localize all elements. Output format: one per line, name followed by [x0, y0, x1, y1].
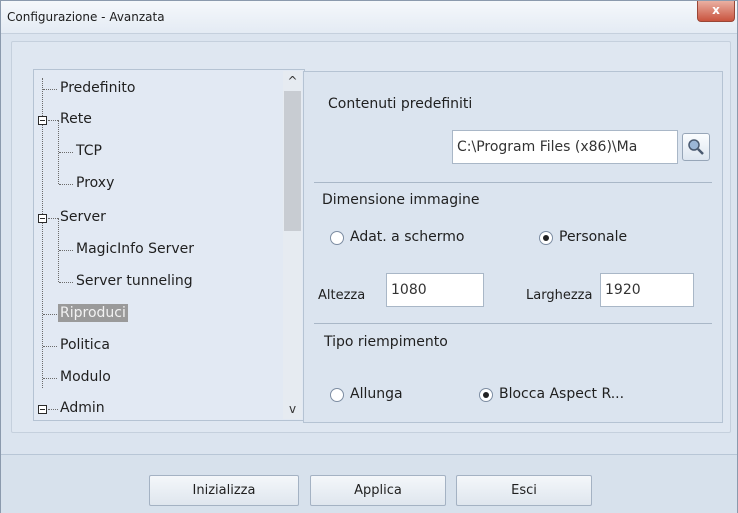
reset-button[interactable]: Inizializza	[149, 475, 299, 506]
width-label: Larghezza	[526, 288, 593, 303]
tree-item-rete[interactable]: Rete	[60, 111, 92, 127]
collapse-icon[interactable]	[38, 405, 47, 414]
default-content-label: Contenuti predefiniti	[328, 96, 473, 112]
tree-item-predefinito[interactable]: Predefinito	[60, 80, 135, 96]
collapse-icon[interactable]	[38, 116, 47, 125]
settings-panel: Contenuti predefiniti C:\Program Files (…	[303, 71, 723, 423]
apply-button[interactable]: Applica	[310, 475, 446, 506]
fit-screen-label[interactable]: Adat. a schermo	[350, 229, 464, 245]
scroll-up-icon[interactable]: ^	[283, 73, 302, 89]
custom-size-radio[interactable]	[539, 231, 553, 245]
tree-line	[48, 120, 58, 121]
lock-aspect-label[interactable]: Blocca Aspect R...	[499, 386, 624, 402]
tree-line	[59, 184, 73, 185]
default-content-path-field[interactable]: C:\Program Files (x86)\Ma	[452, 130, 678, 164]
tree-item-magicinfo-server[interactable]: MagicInfo Server	[76, 241, 194, 257]
category-tree: Predefinito Rete TCP Proxy Server MagicI…	[33, 69, 305, 421]
tree-item-tcp[interactable]: TCP	[76, 143, 102, 159]
tree-item-admin[interactable]: Admin	[60, 400, 105, 416]
scroll-down-icon[interactable]: v	[283, 401, 302, 417]
tree-line	[59, 250, 73, 251]
height-input[interactable]: 1080	[386, 273, 484, 307]
title-bar: Configurazione - Avanzata x	[1, 1, 737, 34]
height-label: Altezza	[318, 288, 366, 303]
tree-item-server[interactable]: Server	[60, 209, 106, 225]
width-input[interactable]: 1920	[600, 273, 694, 307]
tree-item-server-tunneling[interactable]: Server tunneling	[76, 273, 193, 289]
tree-item-modulo[interactable]: Modulo	[60, 369, 111, 385]
tree-line	[43, 89, 57, 90]
fit-screen-radio[interactable]	[330, 231, 344, 245]
lock-aspect-radio[interactable]	[479, 388, 493, 402]
tree-line	[59, 282, 73, 283]
close-button[interactable]: x	[697, 1, 735, 22]
tree-line	[43, 346, 57, 347]
tree-item-politica[interactable]: Politica	[60, 337, 110, 353]
custom-size-label[interactable]: Personale	[559, 229, 627, 245]
magnifier-icon	[688, 139, 704, 155]
tree-scrollbar[interactable]: ^ v	[283, 71, 302, 419]
tree-item-proxy[interactable]: Proxy	[76, 175, 114, 191]
tree-line	[43, 378, 57, 379]
tree-line	[48, 409, 58, 410]
tree-line	[43, 314, 57, 315]
stretch-label[interactable]: Allunga	[350, 386, 403, 402]
browse-button[interactable]	[682, 133, 710, 161]
tree-line	[59, 152, 73, 153]
window-title: Configurazione - Avanzata	[7, 10, 165, 24]
image-size-label: Dimensione immagine	[322, 192, 480, 208]
exit-button[interactable]: Esci	[456, 475, 592, 506]
fill-type-label: Tipo riempimento	[324, 334, 448, 350]
separator	[314, 323, 712, 324]
collapse-icon[interactable]	[38, 214, 47, 223]
separator	[314, 182, 712, 183]
tree-item-riproduci[interactable]: Riproduci	[58, 304, 128, 322]
settings-window: Configurazione - Avanzata x Predefinito …	[0, 0, 738, 513]
scroll-thumb[interactable]	[284, 91, 301, 231]
stretch-radio[interactable]	[330, 388, 344, 402]
tree-line	[48, 218, 58, 219]
